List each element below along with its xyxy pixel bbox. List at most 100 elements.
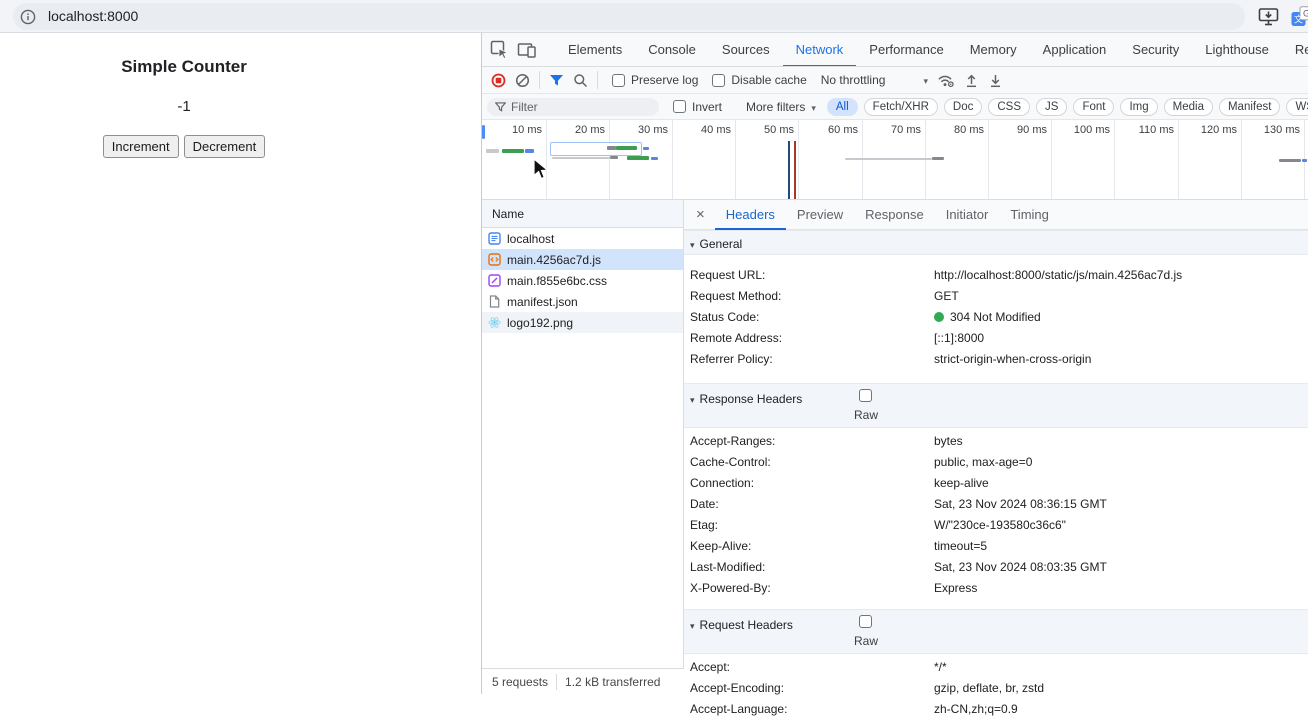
site-info-icon[interactable] — [20, 9, 36, 30]
filter-chip-font[interactable]: Font — [1073, 98, 1114, 116]
address-bar[interactable] — [13, 3, 1245, 30]
header-key: Connection: — [684, 473, 934, 494]
request-details-panel: × Headers Preview Response Initiator Tim… — [684, 200, 1308, 694]
request-name: localhost — [507, 232, 554, 246]
timeline-tick: 120 ms — [1181, 124, 1237, 136]
tab-console[interactable]: Console — [635, 33, 709, 66]
timeline-tick: 80 ms — [928, 124, 984, 136]
tab-performance[interactable]: Performance — [856, 33, 956, 66]
tab-recorder[interactable]: Recorder — [1282, 33, 1308, 66]
more-filters-dropdown[interactable]: More filters — [746, 100, 816, 114]
tab-application[interactable]: Application — [1030, 33, 1120, 66]
counter-value: -1 — [0, 98, 368, 115]
header-row: Request Method:GET — [684, 286, 1308, 307]
request-headers-section-header[interactable]: Request Headers Raw — [684, 609, 1308, 654]
url-text[interactable]: localhost:8000 — [48, 8, 138, 24]
load-event-line — [794, 141, 796, 199]
request-raw-checkbox[interactable] — [859, 615, 872, 628]
disable-cache-checkbox[interactable] — [712, 74, 725, 87]
filter-funnel-icon — [495, 102, 506, 112]
column-header-name[interactable]: Name — [482, 200, 683, 228]
script-icon — [488, 253, 501, 266]
tab-security[interactable]: Security — [1119, 33, 1192, 66]
tab-network[interactable]: Network — [783, 33, 857, 67]
decrement-button[interactable]: Decrement — [184, 135, 266, 158]
waterfall-bar-mainjs-download — [643, 147, 649, 150]
filter-chip-fetchxhr[interactable]: Fetch/XHR — [864, 98, 938, 116]
tab-elements[interactable]: Elements — [555, 33, 635, 66]
header-row: Connection:keep-alive — [684, 473, 1308, 494]
preserve-log-checkbox[interactable] — [612, 74, 625, 87]
tab-lighthouse[interactable]: Lighthouse — [1192, 33, 1282, 66]
timeline-tick: 130 ms — [1244, 124, 1300, 136]
search-icon[interactable] — [573, 73, 588, 88]
network-overview-timeline[interactable]: 10 ms 20 ms 30 ms 40 ms 50 ms 60 ms 70 m… — [482, 120, 1308, 200]
image-icon — [488, 316, 501, 329]
filter-chip-img[interactable]: Img — [1120, 98, 1157, 116]
request-row-localhost[interactable]: localhost — [482, 228, 683, 249]
svg-text:文: 文 — [1294, 14, 1303, 25]
increment-button[interactable]: Increment — [103, 135, 179, 158]
filter-icon[interactable] — [549, 74, 564, 87]
tab-response[interactable]: Response — [854, 200, 935, 229]
header-key: Last-Modified: — [684, 557, 934, 578]
import-har-icon[interactable] — [964, 73, 979, 88]
header-value: zh-CN,zh;q=0.9 — [934, 699, 1018, 720]
request-row-mainjs[interactable]: main.4256ac7d.js — [482, 249, 683, 270]
send-to-device-icon[interactable] — [1258, 7, 1280, 32]
request-row-manifest[interactable]: manifest.json — [482, 291, 683, 312]
filter-chip-manifest[interactable]: Manifest — [1219, 98, 1280, 116]
record-network-log-icon[interactable] — [491, 73, 506, 88]
response-headers-section-header[interactable]: Response Headers Raw — [684, 383, 1308, 428]
header-value: timeout=5 — [934, 536, 987, 557]
header-value: GET — [934, 286, 959, 307]
clear-network-log-icon[interactable] — [515, 73, 530, 88]
filter-chip-doc[interactable]: Doc — [944, 98, 982, 116]
export-har-icon[interactable] — [988, 73, 1003, 88]
request-row-logo[interactable]: logo192.png — [482, 312, 683, 333]
filter-chip-js[interactable]: JS — [1036, 98, 1067, 116]
header-key: X-Powered-By: — [684, 578, 934, 599]
filter-chip-media[interactable]: Media — [1164, 98, 1213, 116]
header-key: Referrer Policy: — [684, 349, 934, 370]
filter-chip-ws[interactable]: WS — [1286, 98, 1308, 116]
tab-preview[interactable]: Preview — [786, 200, 854, 229]
header-value: Sat, 23 Nov 2024 08:36:15 GMT — [934, 494, 1107, 515]
overview-left-handle[interactable] — [482, 125, 485, 139]
filter-chip-all[interactable]: All — [827, 98, 858, 116]
transferred-size: 1.2 kB transferred — [565, 675, 660, 689]
timeline-gridline — [798, 120, 799, 200]
translate-icon[interactable]: G文 — [1291, 6, 1308, 33]
tab-memory[interactable]: Memory — [957, 33, 1030, 66]
network-toolbar: Preserve log Disable cache No throttling — [482, 67, 1308, 94]
filter-chip-css[interactable]: CSS — [988, 98, 1030, 116]
page-content: Simple Counter -1 Increment Decrement — [0, 34, 368, 158]
request-row-maincss[interactable]: main.f855e6bc.css — [482, 270, 683, 291]
network-conditions-icon[interactable] — [937, 73, 955, 88]
chevron-down-icon — [684, 618, 700, 632]
tab-sources[interactable]: Sources — [709, 33, 783, 66]
inspect-element-icon[interactable] — [490, 40, 509, 59]
tab-timing[interactable]: Timing — [999, 200, 1060, 229]
filter-input[interactable] — [511, 100, 651, 114]
device-toolbar-icon[interactable] — [517, 41, 537, 59]
timeline-tick: 20 ms — [549, 124, 605, 136]
mouse-cursor — [533, 158, 550, 186]
request-name: manifest.json — [507, 295, 578, 309]
tab-initiator[interactable]: Initiator — [935, 200, 1000, 229]
header-row: Keep-Alive:timeout=5 — [684, 536, 1308, 557]
response-raw-checkbox[interactable] — [859, 389, 872, 402]
header-key: Accept: — [684, 657, 934, 678]
general-section-header[interactable]: General — [684, 230, 1308, 255]
invert-filter-checkbox[interactable] — [673, 100, 686, 113]
close-icon[interactable]: × — [696, 201, 705, 229]
timeline-tick: 110 ms — [1118, 124, 1174, 136]
timeline-tick: 90 ms — [991, 124, 1047, 136]
header-key: Request URL: — [684, 265, 934, 286]
timeline-tick: 60 ms — [802, 124, 858, 136]
chevron-down-icon — [923, 73, 928, 87]
header-value: bytes — [934, 431, 963, 452]
tab-headers[interactable]: Headers — [715, 200, 786, 230]
throttling-dropdown[interactable]: No throttling — [821, 73, 928, 87]
waterfall-bar-manifest-queue — [845, 158, 932, 160]
